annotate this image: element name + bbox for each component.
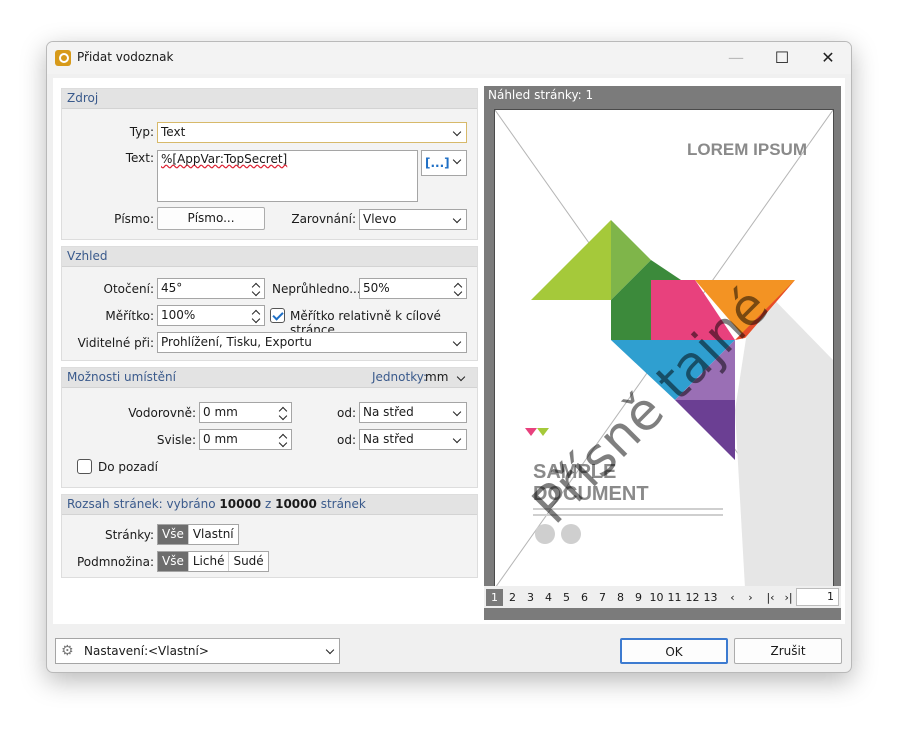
subset-all-option[interactable]: Vše: [158, 552, 189, 571]
horizontal-label: Vodorovně:: [128, 406, 196, 420]
units-select[interactable]: mm: [425, 370, 448, 384]
settings-label: Nastavení:: [84, 644, 149, 658]
range-group-header: Rozsah stránek: vybráno 10000 z 10000 st…: [62, 495, 477, 515]
background-label: Do pozadí: [98, 460, 158, 474]
visible-select[interactable]: Prohlížení, Tisku, Exportu: [157, 332, 467, 353]
settings-value: <Vlastní>: [148, 644, 209, 658]
chevron-down-icon: [323, 641, 339, 661]
page-tab[interactable]: 2: [504, 589, 521, 606]
title-bar: Přidat vodoznak — ☐ ✕: [47, 42, 851, 74]
page-tab[interactable]: 13: [702, 589, 719, 606]
next-page-icon[interactable]: ›: [742, 589, 759, 606]
insert-variable-button[interactable]: [...]: [421, 150, 467, 176]
page-number-input[interactable]: 1: [796, 588, 839, 606]
align-label: Zarovnání:: [291, 212, 356, 226]
cancel-button[interactable]: Zrušit: [734, 638, 842, 664]
subset-label: Podmnožina:: [76, 555, 154, 569]
text-input[interactable]: %[AppVar:TopSecret]: [157, 150, 418, 202]
scale-spinner[interactable]: 100%: [157, 305, 265, 326]
settings-select[interactable]: ⚙ Nastavení: <Vlastní>: [55, 638, 340, 664]
subset-segmented: Vše Liché Sudé: [157, 551, 269, 572]
source-group-header: Zdroj: [62, 89, 477, 109]
spinner-arrows-icon[interactable]: [251, 280, 262, 297]
placement-group: Možnosti umístění Jednotky: mm Vodorovně…: [61, 367, 478, 488]
opacity-label: Neprůhledno...: [272, 282, 361, 296]
preview-page-canvas: LOREM IPSUM SAMPLE DOCUMENT Přísně tajné: [495, 110, 833, 588]
page-tab[interactable]: 5: [558, 589, 575, 606]
appearance-group: Vzhled Otočení: 45° Neprůhledno... 50% M…: [61, 246, 478, 361]
close-button[interactable]: ✕: [805, 42, 851, 74]
range-group: Rozsah stránek: vybráno 10000 z 10000 st…: [61, 494, 478, 578]
units-chevron-down-icon[interactable]: [454, 368, 470, 386]
doc-triangle-lime: [531, 220, 611, 300]
minimize-button[interactable]: —: [713, 42, 759, 74]
font-label: Písmo:: [114, 212, 154, 226]
pages-all-option[interactable]: Vše: [158, 525, 189, 544]
spinner-arrows-icon[interactable]: [278, 404, 289, 421]
app-icon: [55, 50, 71, 66]
page-tab[interactable]: 12: [684, 589, 701, 606]
v-from-select[interactable]: Na střed: [359, 429, 467, 450]
align-select[interactable]: Vlevo: [359, 209, 467, 230]
page-tab[interactable]: 9: [630, 589, 647, 606]
prev-page-icon[interactable]: ‹: [724, 589, 741, 606]
font-button[interactable]: Písmo...: [157, 207, 265, 230]
visible-label: Viditelné při:: [77, 336, 154, 350]
gear-icon: ⚙: [61, 643, 74, 659]
preview-page[interactable]: LOREM IPSUM SAMPLE DOCUMENT Přísně tajné: [494, 109, 834, 589]
spinner-arrows-icon[interactable]: [278, 431, 289, 448]
placement-group-header: Možnosti umístění Jednotky: mm: [62, 368, 477, 388]
vertical-label: Svisle:: [156, 433, 196, 447]
background-checkbox[interactable]: [77, 459, 92, 474]
bulb-icon: [535, 524, 555, 544]
pages-custom-option[interactable]: Vlastní: [189, 525, 238, 544]
subset-odd-option[interactable]: Liché: [189, 552, 230, 571]
pages-label: Stránky:: [104, 528, 154, 542]
spinner-arrows-icon[interactable]: [453, 280, 464, 297]
doc-logo-mark: [537, 428, 549, 436]
h-from-label: od:: [336, 406, 356, 420]
v-from-label: od:: [336, 433, 356, 447]
first-page-icon[interactable]: |‹: [762, 589, 779, 606]
units-label: Jednotky:: [372, 370, 427, 384]
subset-even-option[interactable]: Sudé: [229, 552, 267, 571]
ok-button[interactable]: OK: [620, 638, 728, 664]
relative-scale-checkbox[interactable]: [270, 308, 285, 323]
rotation-label: Otočení:: [103, 282, 154, 296]
horizontal-spinner[interactable]: 0 mm: [199, 402, 292, 423]
doc-title: LOREM IPSUM: [687, 140, 807, 159]
type-select[interactable]: Text: [157, 122, 467, 143]
rotation-spinner[interactable]: 45°: [157, 278, 265, 299]
window-title: Přidat vodoznak: [77, 50, 174, 64]
preview-header: Náhled stránky: 1: [488, 88, 594, 102]
page-tab[interactable]: 11: [666, 589, 683, 606]
page-tab[interactable]: 4: [540, 589, 557, 606]
page-tab[interactable]: 6: [576, 589, 593, 606]
page-tab[interactable]: 10: [648, 589, 665, 606]
maximize-button[interactable]: ☐: [759, 42, 805, 74]
dialog-client: Zdroj Typ: Text Text: %[AppVar:TopSecret…: [53, 78, 845, 624]
page-tab[interactable]: 7: [594, 589, 611, 606]
dialog-window: Přidat vodoznak — ☐ ✕ Zdroj Typ: Text Te…: [46, 41, 852, 673]
page-tab[interactable]: 1: [486, 589, 503, 606]
last-page-icon[interactable]: ›|: [780, 589, 797, 606]
page-tab[interactable]: 3: [522, 589, 539, 606]
page-preview-panel: Náhled stránky: 1 LOREM IPSUM SAMPLE DOC…: [484, 86, 841, 620]
opacity-spinner[interactable]: 50%: [359, 278, 467, 299]
source-group: Zdroj Typ: Text Text: %[AppVar:TopSecret…: [61, 88, 478, 240]
scale-label: Měřítko:: [105, 309, 154, 323]
page-tab[interactable]: 8: [612, 589, 629, 606]
vertical-spinner[interactable]: 0 mm: [199, 429, 292, 450]
pages-segmented: Vše Vlastní: [157, 524, 239, 545]
appearance-group-header: Vzhled: [62, 247, 477, 267]
doc-logo-mark: [525, 428, 537, 436]
spinner-arrows-icon[interactable]: [251, 307, 262, 324]
text-label: Text:: [125, 151, 154, 165]
preview-pager: 1 2 3 4 5 6 7 8 9 10 11 12 13 ‹ › |‹ ›| …: [484, 586, 841, 608]
type-label: Typ:: [129, 125, 154, 139]
h-from-select[interactable]: Na střed: [359, 402, 467, 423]
